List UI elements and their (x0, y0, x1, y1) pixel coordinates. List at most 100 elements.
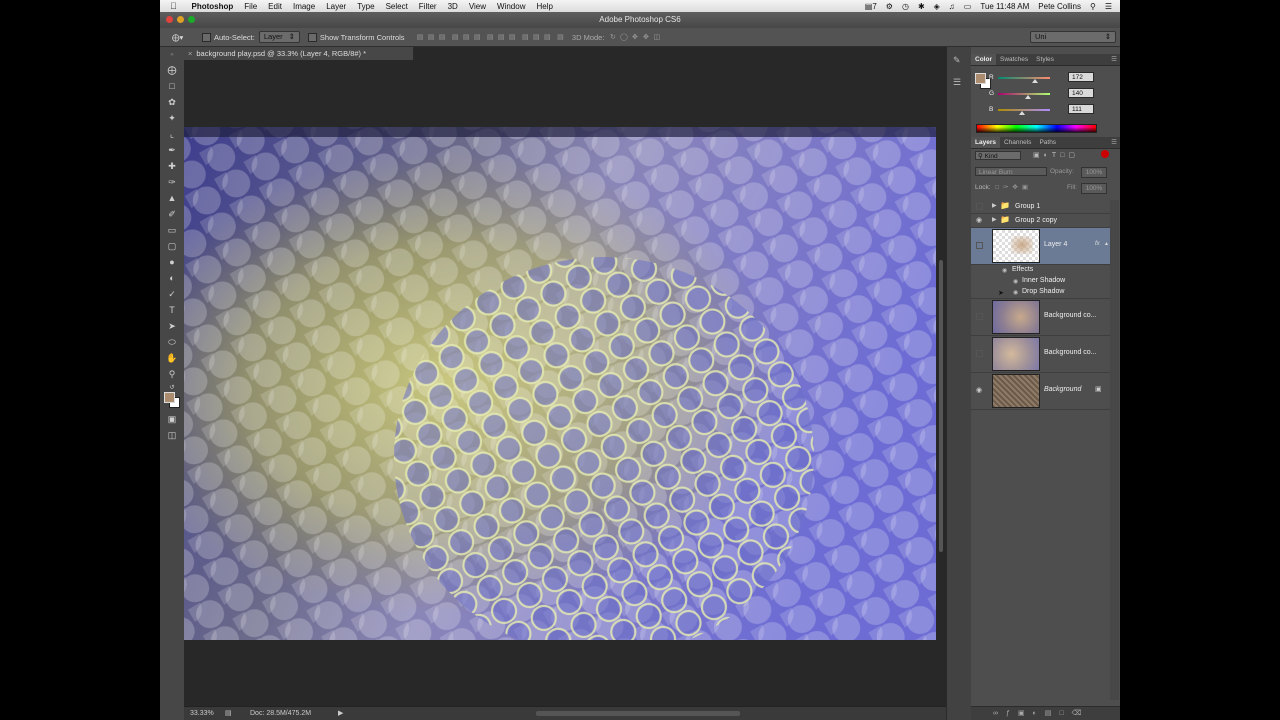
tab-channels[interactable]: Channels (1000, 137, 1035, 148)
auto-select-dropdown[interactable]: Layer ⇕ (258, 31, 300, 43)
align-top-icon[interactable]: ▤ (416, 34, 424, 42)
lock-position-icon[interactable]: ✥ (1012, 184, 1021, 191)
transform-controls-checkbox[interactable] (307, 32, 320, 42)
blur-tool-icon[interactable]: ● (166, 256, 178, 268)
menu-file[interactable]: File (239, 2, 263, 11)
color-spectrum-bar[interactable] (976, 124, 1097, 133)
image-canvas[interactable] (184, 127, 936, 640)
filter-type-icon[interactable]: T (1052, 152, 1060, 159)
spotlight-icon[interactable]: ⚲ (1090, 2, 1096, 11)
blend-mode-dropdown[interactable]: Linear Burn (975, 167, 1047, 176)
menu-layer[interactable]: Layer (321, 2, 352, 11)
gradient-tool-icon[interactable]: ▢ (166, 240, 178, 252)
list-icon[interactable]: ☰ (1105, 2, 1112, 11)
document-tab[interactable]: × background play.psd @ 33.3% (Layer 4, R… (184, 47, 414, 60)
new-group-icon[interactable]: ▤ (1045, 710, 1060, 717)
eye-icon[interactable]: ◉ (1013, 278, 1018, 285)
layer-row-background-copy-1[interactable]: Background co... (971, 299, 1110, 336)
panel-menu-icon[interactable]: ☰ (1111, 54, 1117, 65)
menu-filter[interactable]: Filter (413, 2, 442, 11)
type-tool-icon[interactable]: T (166, 304, 178, 316)
notification-icon[interactable]: ▤7 (865, 2, 877, 11)
move-tool-icon[interactable]: ⨁ (166, 64, 178, 76)
quick-mask-icon[interactable]: ▣ (166, 413, 178, 425)
green-slider-knob[interactable] (1025, 95, 1031, 99)
align-right-icon[interactable]: ▤ (473, 34, 481, 42)
add-mask-icon[interactable]: ▣ (1018, 710, 1033, 717)
distribute-top-icon[interactable]: ▤ (486, 34, 494, 42)
red-slider-knob[interactable] (1032, 79, 1038, 83)
distribute-vcenter-icon[interactable]: ▤ (497, 34, 505, 42)
eye-icon[interactable]: ◉ (976, 387, 984, 395)
gear-icon[interactable]: ⚙ (886, 2, 893, 11)
eye-icon[interactable]: ◉ (1013, 289, 1018, 296)
screen-mode-icon[interactable]: ◫ (166, 429, 178, 441)
red-value-field[interactable]: 172 (1068, 72, 1094, 82)
clone-stamp-tool-icon[interactable]: ▲ (166, 192, 178, 204)
menu-view[interactable]: View (463, 2, 491, 11)
distribute-left-icon[interactable]: ▤ (521, 34, 529, 42)
tab-color[interactable]: Color (971, 54, 996, 65)
dodge-tool-icon[interactable]: ◐ (166, 272, 178, 284)
collapse-effects-icon[interactable]: ▲ (1104, 241, 1109, 247)
apple-icon[interactable]:  (170, 1, 180, 11)
vertical-scrollbar[interactable] (939, 260, 943, 552)
menu-type[interactable]: Type (352, 2, 380, 11)
menu-window[interactable]: Window (492, 2, 531, 11)
auto-align-icon[interactable]: ▤ (556, 34, 564, 42)
opacity-field[interactable]: 100% (1081, 167, 1107, 178)
blue-value-field[interactable]: 111 (1068, 104, 1094, 114)
new-adjustment-icon[interactable]: ◐ (1033, 710, 1045, 717)
3d-roll-icon[interactable]: ◯ (620, 34, 628, 42)
collapse-arrows-icon[interactable]: » (166, 49, 178, 61)
properties-panel-icon[interactable]: ☰ (953, 77, 961, 88)
expand-arrow-icon[interactable]: ▶ (992, 202, 997, 209)
layer-thumbnail[interactable] (992, 374, 1040, 408)
lock-transparent-icon[interactable]: □ (995, 184, 1003, 191)
visibility-toggle[interactable] (976, 350, 983, 357)
minimize-window-button[interactable] (177, 16, 184, 23)
align-bottom-icon[interactable]: ▤ (438, 34, 446, 42)
layer-row-background[interactable]: ◉ Background ▣ (971, 373, 1110, 410)
marquee-tool-icon[interactable]: □ (166, 80, 178, 92)
move-tool-preset-icon[interactable]: ⨁▾ (172, 33, 188, 42)
visibility-toggle[interactable] (976, 242, 983, 249)
link-layers-icon[interactable]: ∞ (993, 710, 1006, 717)
eyedropper-tool-icon[interactable]: ✒ (166, 144, 178, 156)
new-layer-icon[interactable]: □ (1059, 710, 1071, 717)
3d-slide-icon[interactable]: ✥ (642, 34, 650, 42)
layer-row-layer-4[interactable]: Layer 4 fx ▲ (971, 228, 1110, 265)
zoom-window-button[interactable] (188, 16, 195, 23)
menu-3d[interactable]: 3D (442, 2, 463, 11)
eye-icon[interactable]: ◉ (1002, 267, 1007, 274)
healing-brush-tool-icon[interactable]: ✚ (166, 160, 178, 172)
quick-select-tool-icon[interactable]: ✦ (166, 112, 178, 124)
filter-adjustment-icon[interactable]: ◐ (1044, 152, 1052, 159)
green-slider-track[interactable] (998, 93, 1050, 95)
status-menu-arrow-icon[interactable]: ▶ (338, 707, 343, 720)
crop-tool-icon[interactable]: ⌞ (166, 128, 178, 140)
visibility-toggle[interactable] (976, 313, 983, 320)
zoom-level[interactable]: 33.33% (190, 707, 214, 720)
path-selection-tool-icon[interactable]: ➤ (166, 320, 178, 332)
add-style-icon[interactable]: ƒ (1006, 710, 1018, 717)
effect-row-inner-shadow[interactable]: ◉ Inner Shadow (971, 276, 1110, 287)
lasso-tool-icon[interactable]: ✿ (166, 96, 178, 108)
color-panel-foreground-swatch[interactable] (975, 73, 986, 84)
layer-thumbnail[interactable] (992, 337, 1040, 371)
visibility-toggle[interactable] (976, 203, 983, 210)
filter-smart-icon[interactable]: ▢ (1068, 152, 1079, 159)
menu-image[interactable]: Image (287, 2, 320, 11)
wifi-icon[interactable]: ◈ (934, 2, 940, 11)
filter-toggle-icon[interactable] (1101, 150, 1109, 158)
hand-tool-icon[interactable]: ✋ (166, 352, 178, 364)
lock-all-icon[interactable]: ▣ (1022, 184, 1032, 191)
menu-clock[interactable]: Tue 11:48 AM (980, 2, 1029, 11)
tab-styles[interactable]: Styles (1032, 54, 1058, 65)
menu-user[interactable]: Pete Collins (1038, 2, 1081, 11)
zoom-tool-icon[interactable]: ⚲ (166, 368, 178, 380)
effects-row[interactable]: ◉ Effects (971, 265, 1110, 276)
tab-swatches[interactable]: Swatches (996, 54, 1032, 65)
pen-tool-icon[interactable]: ✓ (166, 288, 178, 300)
history-brush-tool-icon[interactable]: ✐ (166, 208, 178, 220)
